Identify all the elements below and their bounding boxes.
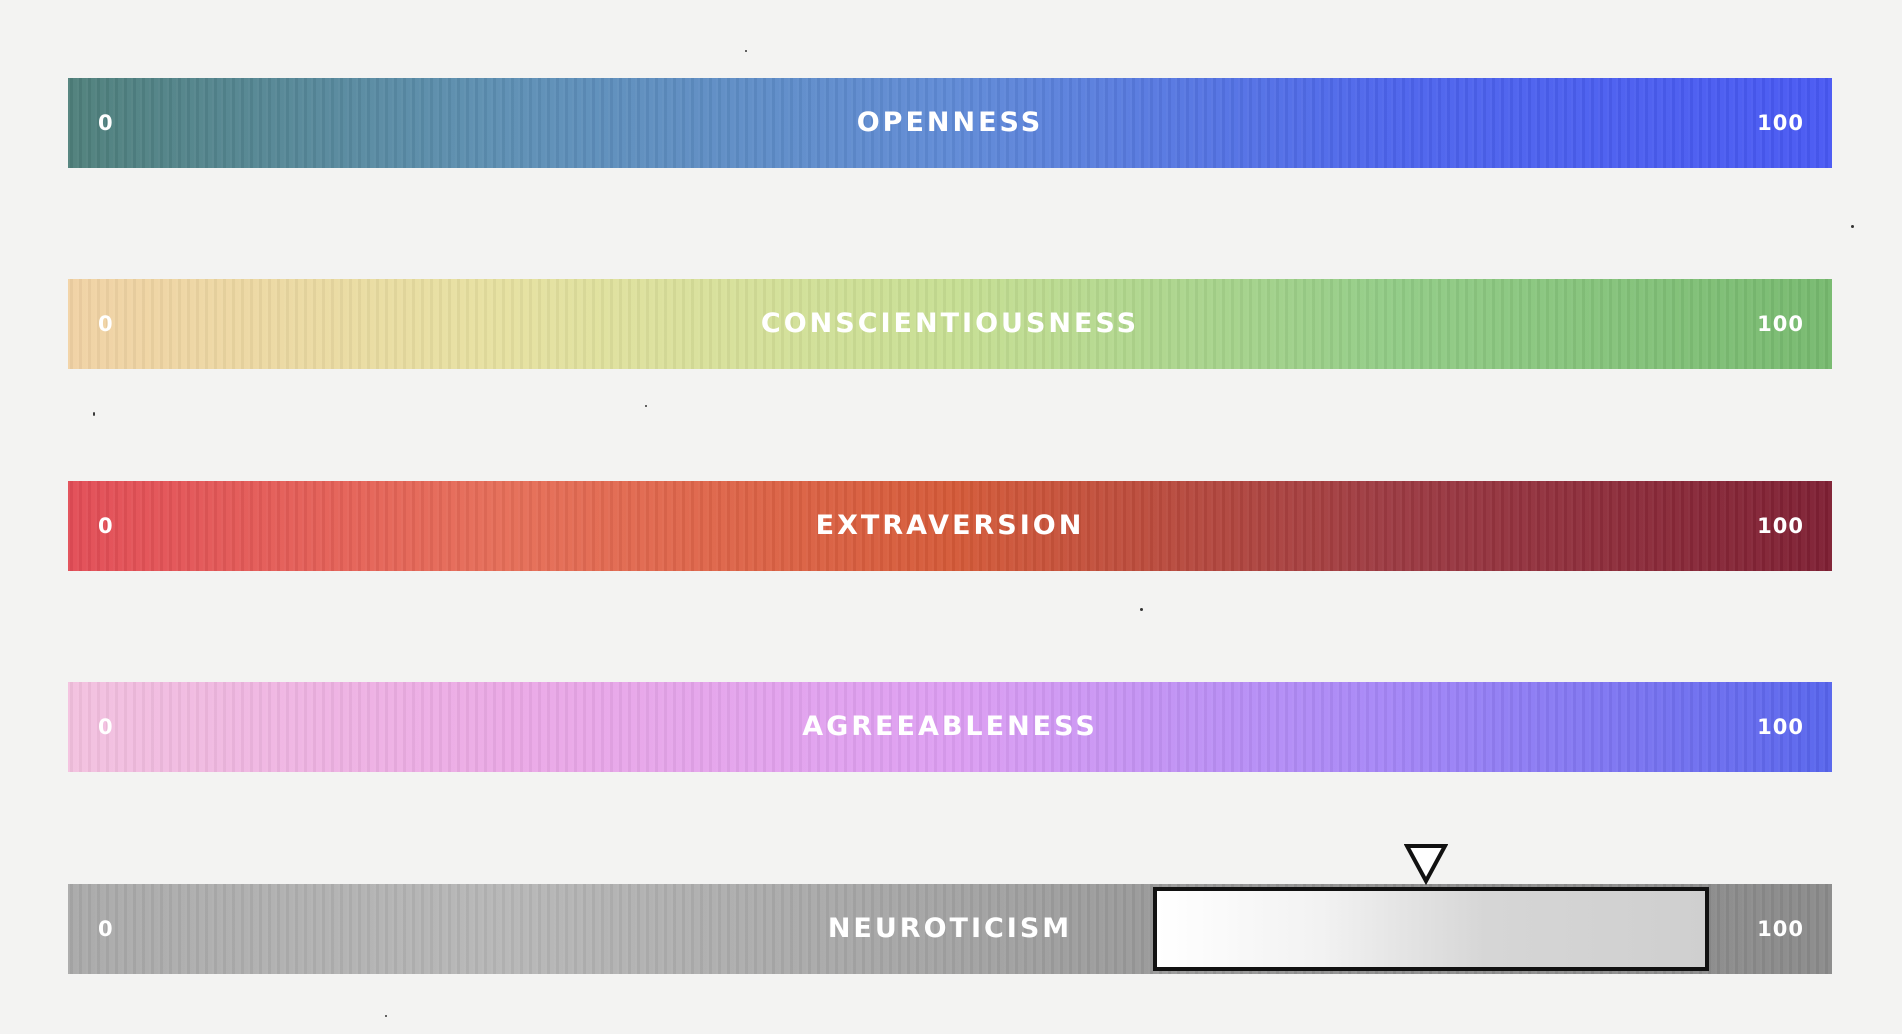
speck <box>385 1015 387 1017</box>
scale-max-label: 100 <box>1757 514 1804 538</box>
trait-label: EXTRAVERSION <box>815 510 1085 541</box>
speck <box>1851 225 1854 228</box>
speck <box>1140 608 1143 611</box>
scale-max-label: 100 <box>1757 111 1804 135</box>
trait-label: AGREEABLENESS <box>802 711 1098 742</box>
scale-max-label: 100 <box>1757 312 1804 336</box>
scale-max-label: 100 <box>1757 715 1804 739</box>
scale-max-label: 100 <box>1757 917 1804 941</box>
trait-label: CONSCIENTIOUSNESS <box>760 308 1140 339</box>
score-marker-triangle-icon <box>1404 844 1449 885</box>
trait-bar-extraversion: 0 EXTRAVERSION 100 <box>68 481 1832 571</box>
speck <box>745 50 747 52</box>
trait-bar-openness: 0 OPENNESS 100 <box>68 78 1832 168</box>
page: { "scale": { "min_label": "0", "max_labe… <box>0 0 1902 1034</box>
trait-bar-conscientiousness: 0 CONSCIENTIOUSNESS 100 <box>68 279 1832 369</box>
trait-bar-neuroticism: 0 NEUROTICISM 100 <box>68 884 1832 974</box>
trait-label: OPENNESS <box>856 107 1044 138</box>
trait-bar-agreeableness: 0 AGREEABLENESS 100 <box>68 682 1832 772</box>
score-range-highlight <box>1152 887 1709 971</box>
speck <box>93 412 95 416</box>
speck <box>645 405 647 407</box>
